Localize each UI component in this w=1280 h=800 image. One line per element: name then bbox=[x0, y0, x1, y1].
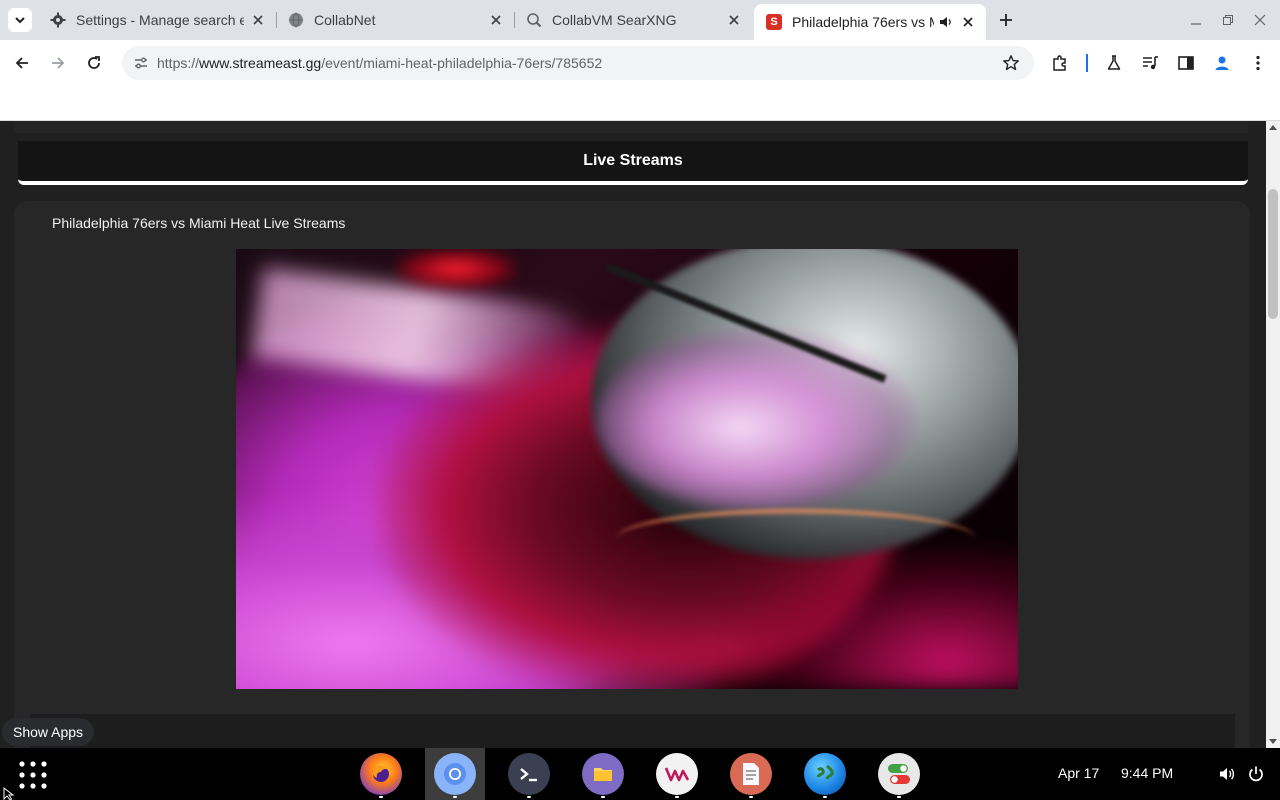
forward-button[interactable] bbox=[44, 49, 72, 77]
top-strip bbox=[14, 121, 1248, 133]
running-indicator bbox=[823, 796, 827, 798]
menu-button[interactable] bbox=[1244, 49, 1272, 77]
volume-icon[interactable] bbox=[1217, 764, 1237, 784]
card-title: Philadelphia 76ers vs Miami Heat Live St… bbox=[52, 215, 346, 231]
bookmark-bar bbox=[0, 86, 1280, 121]
new-tab-button[interactable] bbox=[994, 8, 1018, 32]
restore-button[interactable] bbox=[1218, 10, 1238, 30]
kebab-menu-icon bbox=[1256, 55, 1260, 71]
url-host: www.streameast.gg bbox=[199, 55, 322, 71]
reload-icon bbox=[88, 56, 100, 69]
site-info-icon[interactable] bbox=[128, 50, 154, 76]
tab-title: CollabNet bbox=[314, 12, 376, 28]
section-title: Live Streams bbox=[583, 152, 683, 169]
chromium-icon[interactable] bbox=[434, 753, 476, 795]
person-icon bbox=[1215, 56, 1229, 70]
plus-icon bbox=[1000, 14, 1012, 26]
address-bar[interactable]: https://www.streameast.gg/event/miami-he… bbox=[122, 46, 1034, 80]
scroll-up-icon[interactable] bbox=[1269, 125, 1277, 130]
running-indicator bbox=[379, 796, 383, 798]
running-indicator bbox=[601, 796, 605, 798]
settings-toggle-icon[interactable] bbox=[878, 753, 920, 795]
video-player[interactable] bbox=[236, 249, 1018, 689]
speaker-icon[interactable] bbox=[938, 14, 954, 30]
video-sphere-reflection bbox=[596, 329, 916, 509]
chevron-down-icon bbox=[15, 17, 25, 24]
reload-button[interactable] bbox=[80, 49, 108, 77]
back-button[interactable] bbox=[8, 49, 36, 77]
stream-card: Philadelphia 76ers vs Miami Heat Live St… bbox=[14, 201, 1250, 748]
running-indicator bbox=[453, 796, 457, 798]
streameast-s-icon: S bbox=[766, 14, 782, 30]
taskbar: Apr 17 9:44 PM bbox=[0, 748, 1280, 800]
tab-collabnet[interactable]: CollabNet bbox=[276, 4, 515, 36]
gear-icon bbox=[50, 12, 66, 28]
web-browser-icon[interactable] bbox=[804, 753, 846, 795]
next-section-bar bbox=[30, 714, 1235, 748]
scroll-down-icon[interactable] bbox=[1269, 739, 1277, 744]
live-streams-header: Live Streams bbox=[18, 141, 1248, 185]
labs-button[interactable] bbox=[1100, 49, 1128, 77]
bookmark-star-icon[interactable] bbox=[1000, 52, 1022, 74]
running-indicator bbox=[675, 796, 679, 798]
video-red-spot bbox=[396, 249, 516, 289]
minimize-button[interactable] bbox=[1186, 10, 1206, 30]
text-editor-icon[interactable] bbox=[730, 753, 772, 795]
tab-strip: Settings - Manage search engines CollabN… bbox=[0, 0, 1280, 40]
tab-settings[interactable]: Settings - Manage search engines bbox=[38, 4, 277, 36]
side-panel-button[interactable] bbox=[1172, 49, 1200, 77]
globe-icon bbox=[288, 12, 304, 28]
media-control-button[interactable] bbox=[1136, 49, 1164, 77]
url-text[interactable]: https://www.streameast.gg/event/miami-he… bbox=[157, 55, 602, 71]
running-indicator bbox=[897, 796, 901, 798]
tab-title: CollabVM SearXNG bbox=[552, 12, 677, 28]
virt-manager-icon[interactable] bbox=[656, 753, 698, 795]
mouse-cursor-icon bbox=[3, 787, 15, 800]
close-icon[interactable] bbox=[250, 12, 266, 28]
searxng-icon bbox=[526, 12, 542, 28]
favicon-letter: S bbox=[770, 16, 778, 28]
queue-music-icon bbox=[1143, 56, 1158, 70]
running-indicator bbox=[749, 796, 753, 798]
app-grid-icon[interactable] bbox=[18, 760, 48, 790]
scrollbar-thumb[interactable] bbox=[1268, 189, 1278, 319]
close-icon[interactable] bbox=[726, 12, 742, 28]
close-window-button[interactable] bbox=[1250, 10, 1270, 30]
puzzle-icon bbox=[1053, 55, 1066, 71]
tab-search-button[interactable] bbox=[8, 8, 32, 32]
minimize-icon bbox=[1191, 23, 1201, 25]
tab-searxng[interactable]: CollabVM SearXNG bbox=[514, 4, 752, 36]
arrow-left-icon bbox=[15, 57, 28, 69]
close-icon bbox=[1254, 14, 1266, 26]
video-bottom-glow bbox=[736, 549, 1018, 689]
extensions-button[interactable] bbox=[1046, 49, 1074, 77]
profile-button[interactable] bbox=[1208, 49, 1236, 77]
url-scheme: https:// bbox=[157, 55, 200, 71]
power-icon[interactable] bbox=[1246, 764, 1266, 784]
side-panel-icon bbox=[1178, 56, 1194, 70]
restore-icon bbox=[1223, 15, 1233, 25]
running-indicator bbox=[527, 796, 531, 798]
page-viewport: Live Streams Philadelphia 76ers vs Miami… bbox=[0, 121, 1266, 748]
tray-clock[interactable]: 9:44 PM bbox=[1121, 765, 1173, 781]
firefox-icon[interactable] bbox=[360, 753, 402, 795]
terminal-icon[interactable] bbox=[508, 753, 550, 795]
toolbar-divider bbox=[1086, 54, 1088, 72]
url-path: /event/miami-heat-philadelphia-76ers/785… bbox=[321, 55, 603, 71]
close-icon[interactable] bbox=[488, 12, 504, 28]
files-icon[interactable] bbox=[582, 753, 624, 795]
tab-title: Philadelphia 76ers vs Miami Heat bbox=[792, 14, 934, 30]
tab-streameast[interactable]: S Philadelphia 76ers vs Miami Heat bbox=[754, 4, 986, 40]
browser-toolbar: https://www.streameast.gg/event/miami-he… bbox=[0, 40, 1280, 86]
show-apps-tooltip: Show Apps bbox=[2, 718, 95, 746]
close-icon[interactable] bbox=[960, 14, 976, 30]
tray-date[interactable]: Apr 17 bbox=[1058, 765, 1099, 781]
arrow-right-icon bbox=[52, 57, 65, 69]
page-scrollbar[interactable] bbox=[1266, 121, 1280, 748]
flask-icon bbox=[1107, 55, 1121, 70]
tab-title: Settings - Manage search engines bbox=[76, 12, 244, 28]
